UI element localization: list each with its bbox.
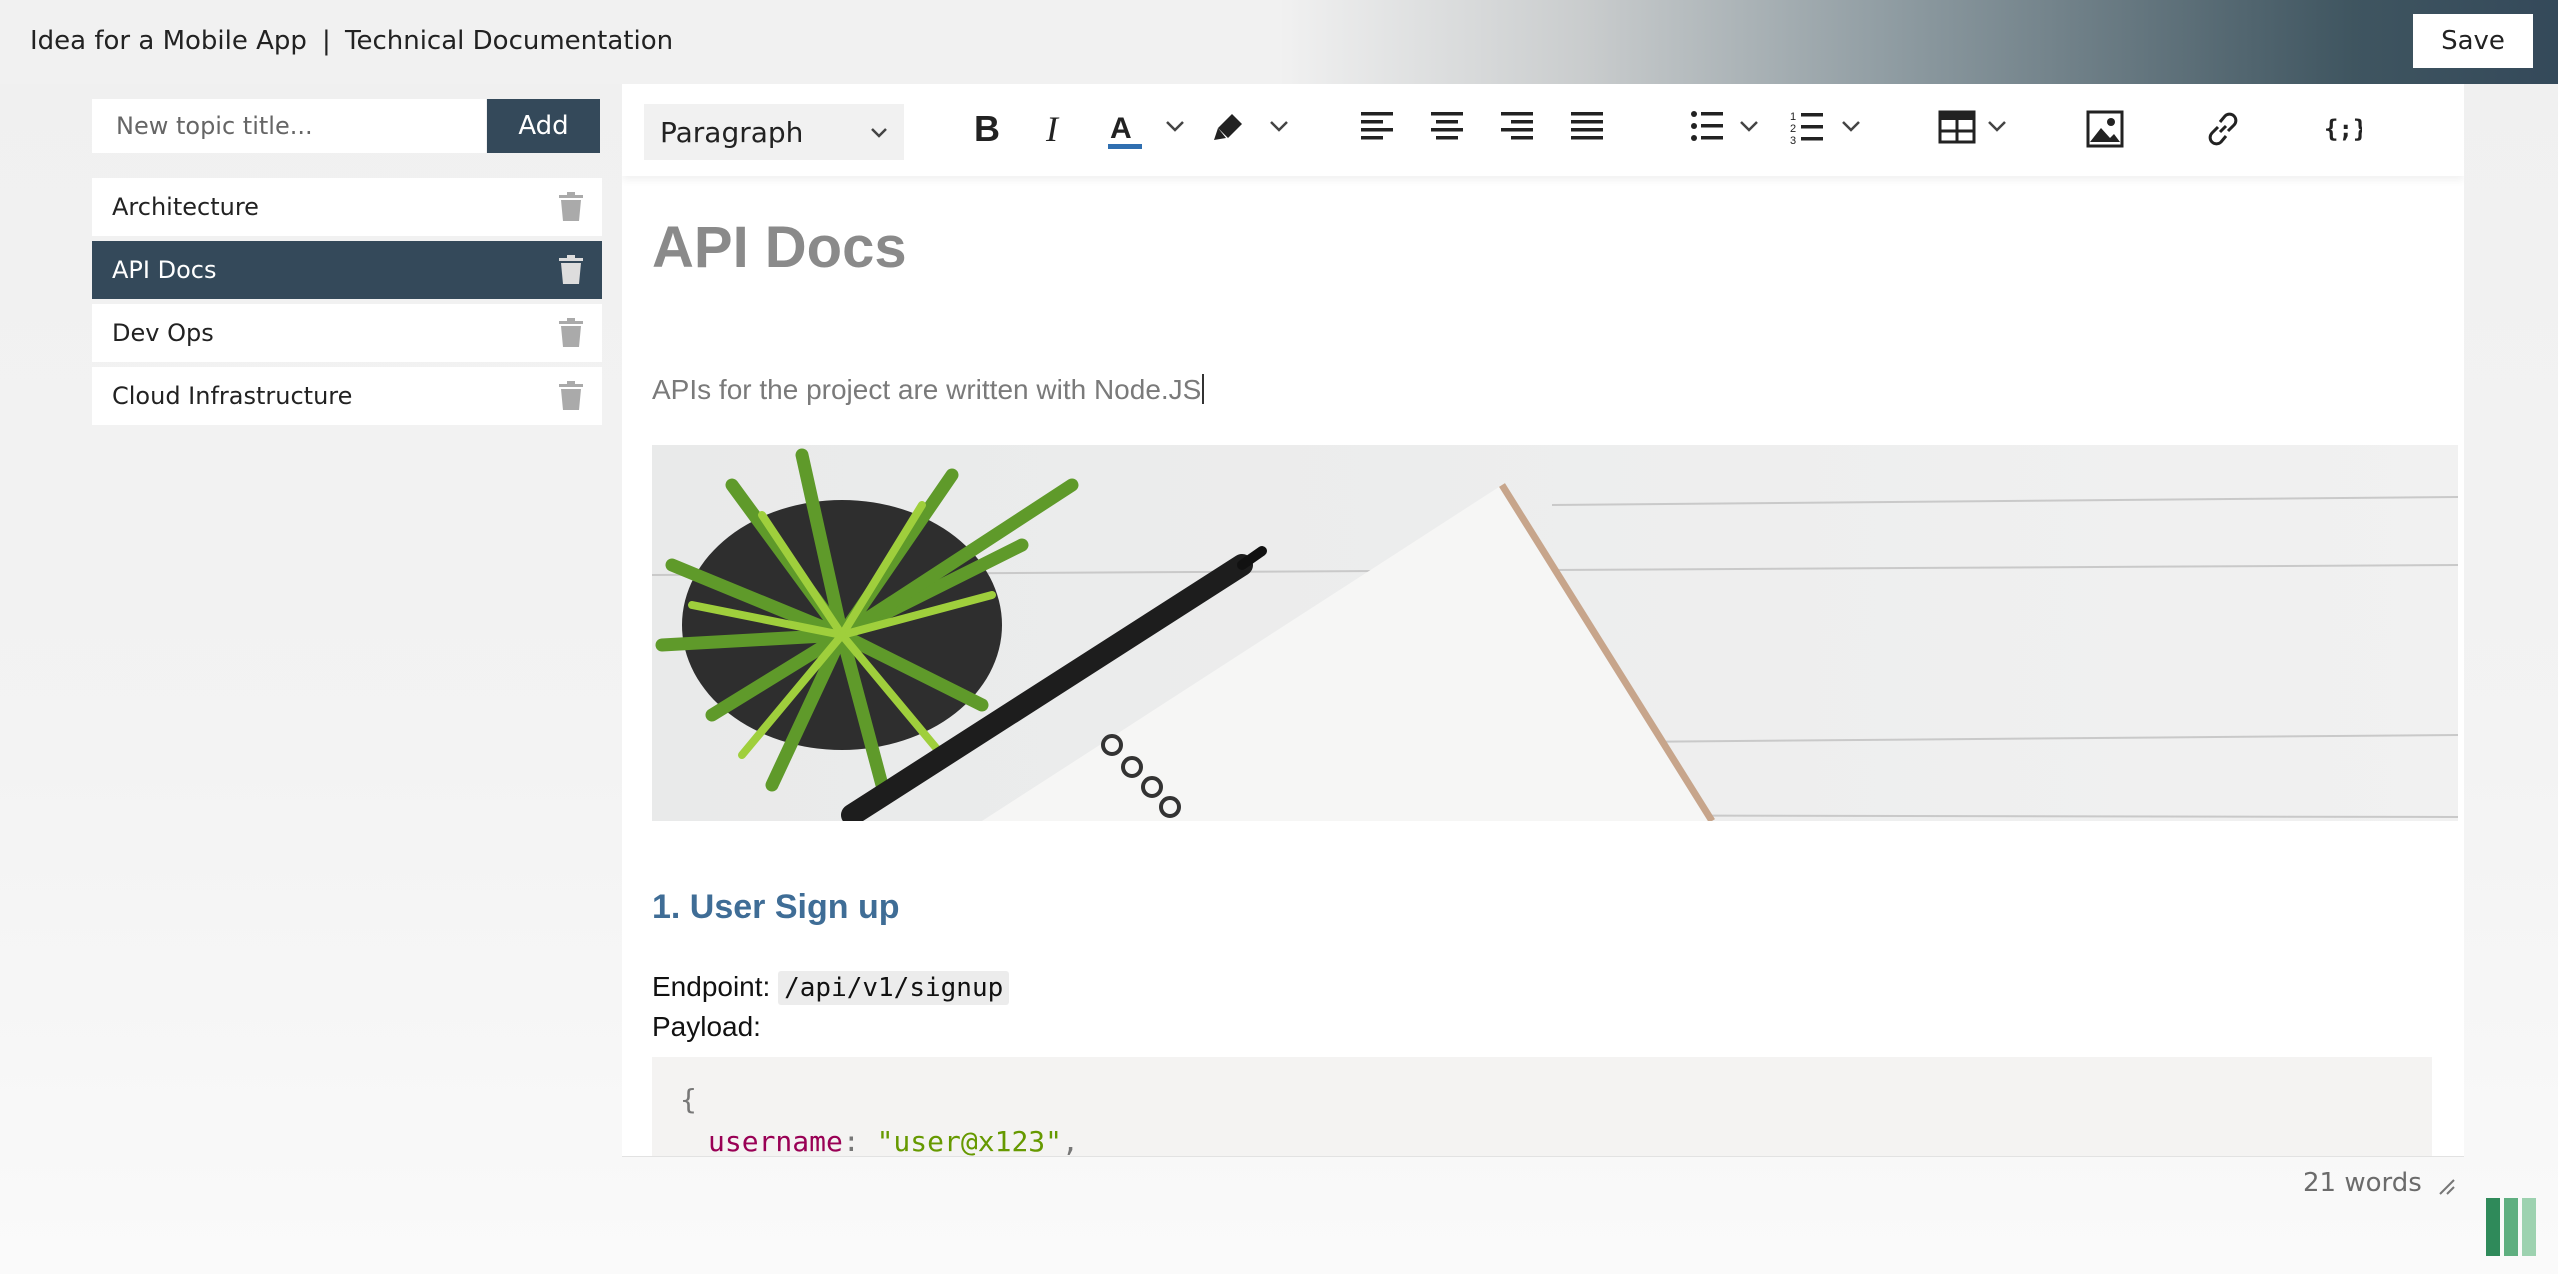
align-left-icon	[1361, 112, 1393, 140]
bold-icon: B	[974, 110, 1000, 146]
block-format-select[interactable]: Paragraph	[644, 104, 904, 160]
trash-icon[interactable]	[558, 318, 584, 348]
image-icon	[2086, 110, 2124, 148]
insert-link-button[interactable]	[2204, 110, 2242, 148]
table-button[interactable]	[1938, 110, 1976, 144]
app-logo-icon	[2486, 1198, 2536, 1256]
italic-icon: I	[1045, 110, 1060, 146]
table-dropdown[interactable]	[1986, 118, 2008, 136]
chevron-down-icon	[1740, 121, 1758, 132]
numbered-list-dropdown[interactable]	[1840, 118, 1862, 136]
align-center-button[interactable]	[1430, 110, 1464, 142]
code-open-brace: {	[680, 1083, 697, 1116]
table-icon	[1938, 110, 1976, 144]
endpoint-value: /api/v1/signup	[778, 971, 1010, 1005]
topic-label: Cloud Infrastructure	[112, 382, 353, 410]
topic-list: Architecture API Docs Dev Ops Cloud Infr…	[92, 178, 602, 430]
trash-icon[interactable]	[558, 192, 584, 222]
code-icon: {;}	[2324, 115, 2362, 143]
numbered-list-icon: 123	[1790, 111, 1823, 144]
topic-item-dev-ops[interactable]: Dev Ops	[92, 304, 602, 362]
endpoint-label: Endpoint:	[652, 971, 771, 1002]
payload-label: Payload:	[652, 1011, 761, 1042]
project-name: Idea for a Mobile App	[30, 26, 307, 56]
chevron-down-icon	[871, 128, 887, 138]
svg-text:2: 2	[1790, 123, 1796, 135]
svg-text:{;}: {;}	[2324, 115, 2362, 143]
topic-item-architecture[interactable]: Architecture	[92, 178, 602, 236]
align-left-button[interactable]	[1360, 110, 1394, 142]
topic-label: Architecture	[112, 193, 259, 221]
bullet-list-button[interactable]	[1690, 110, 1724, 142]
svg-text:I: I	[1045, 110, 1060, 146]
chevron-down-icon	[1270, 121, 1288, 132]
topic-label: Dev Ops	[112, 319, 214, 347]
insert-code-button[interactable]: {;}	[2322, 110, 2362, 146]
trash-icon[interactable]	[558, 381, 584, 411]
svg-text:B: B	[974, 110, 1000, 146]
align-center-icon	[1431, 112, 1463, 140]
code-block: { username: "user@x123", password: "****…	[652, 1057, 2432, 1156]
bullet-list-dropdown[interactable]	[1738, 118, 1760, 136]
endpoint-line: Endpoint: /api/v1/signup	[652, 971, 1010, 1005]
word-count: 21 words	[2303, 1168, 2422, 1198]
svg-text:3: 3	[1790, 135, 1796, 144]
align-right-button[interactable]	[1500, 110, 1534, 142]
chevron-down-icon	[1166, 121, 1184, 132]
highlight-dropdown[interactable]	[1268, 118, 1290, 136]
top-bar: Idea for a Mobile App | Technical Docume…	[0, 0, 2558, 84]
page-title: Technical Documentation	[345, 26, 674, 56]
trash-icon[interactable]	[558, 255, 584, 285]
code-line-username: username: "user@x123",	[708, 1125, 1079, 1156]
topic-item-api-docs[interactable]: API Docs	[92, 241, 602, 299]
numbered-list-button[interactable]: 123	[1790, 110, 1824, 144]
section-heading: 1. User Sign up	[652, 888, 900, 926]
chevron-down-icon	[1988, 121, 2006, 132]
bold-button[interactable]: B	[970, 110, 1000, 146]
bullet-list-icon	[1691, 111, 1723, 141]
chevron-down-icon	[1842, 121, 1860, 132]
topic-item-cloud-infrastructure[interactable]: Cloud Infrastructure	[92, 367, 602, 425]
text-color-button[interactable]: A	[1106, 110, 1146, 152]
document-subtitle: APIs for the project are written with No…	[652, 374, 1205, 406]
text-cursor	[1202, 374, 1205, 404]
block-format-label: Paragraph	[660, 115, 804, 149]
text-color-dropdown[interactable]	[1164, 118, 1186, 136]
document-title: API Docs	[652, 215, 907, 280]
highlight-icon	[1214, 114, 1242, 140]
save-button[interactable]: Save	[2413, 14, 2533, 68]
add-topic-button[interactable]: Add	[487, 99, 600, 153]
italic-button[interactable]: I	[1040, 110, 1070, 146]
hero-image	[652, 445, 2458, 821]
editor-toolbar: Paragraph B I A 1 2 3 {;	[622, 84, 2464, 176]
insert-image-button[interactable]	[2086, 110, 2124, 148]
status-divider	[622, 1156, 2464, 1157]
editor: Paragraph B I A 1 2 3 {; API Docs APIs f…	[622, 84, 2464, 1156]
resize-handle-icon[interactable]	[2436, 1176, 2456, 1196]
topic-label: API Docs	[112, 256, 217, 284]
link-icon	[2208, 112, 2238, 146]
svg-text:A: A	[1110, 112, 1132, 145]
text-color-icon: A	[1108, 112, 1142, 149]
new-topic-input[interactable]	[92, 99, 486, 153]
breadcrumb-separator: |	[322, 26, 331, 56]
align-right-icon	[1501, 112, 1533, 140]
align-justify-button[interactable]	[1570, 110, 1604, 142]
svg-text:1: 1	[1790, 111, 1796, 123]
align-justify-icon	[1571, 112, 1603, 140]
highlight-button[interactable]	[1210, 110, 1246, 146]
